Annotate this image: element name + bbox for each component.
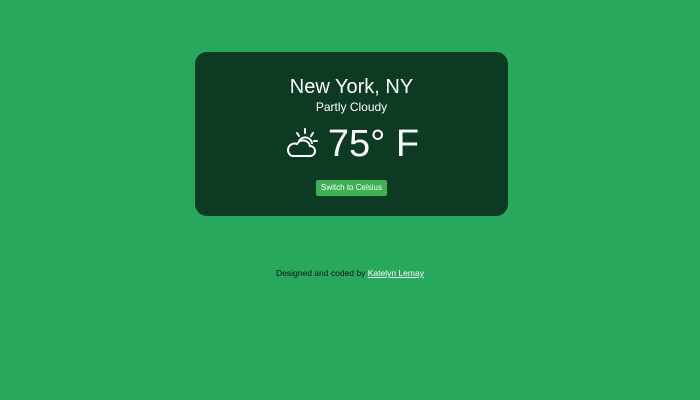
- weather-card: New York, NY Partly Cloudy 75° F Switch …: [195, 52, 508, 216]
- author-link[interactable]: Katelyn Lemay: [368, 268, 424, 278]
- partly-cloudy-icon: [284, 126, 320, 162]
- credit-prefix: Designed and coded by: [276, 268, 368, 278]
- location-title: New York, NY: [289, 76, 414, 98]
- temperature-value: 75° F: [327, 123, 420, 165]
- footer-credit: Designed and coded by Katelyn Lemay: [0, 268, 700, 278]
- temperature-row: 75° F: [195, 122, 508, 166]
- weather-condition: Partly Cloudy: [315, 100, 388, 114]
- switch-to-celsius-button[interactable]: Switch to Celsius: [316, 180, 387, 196]
